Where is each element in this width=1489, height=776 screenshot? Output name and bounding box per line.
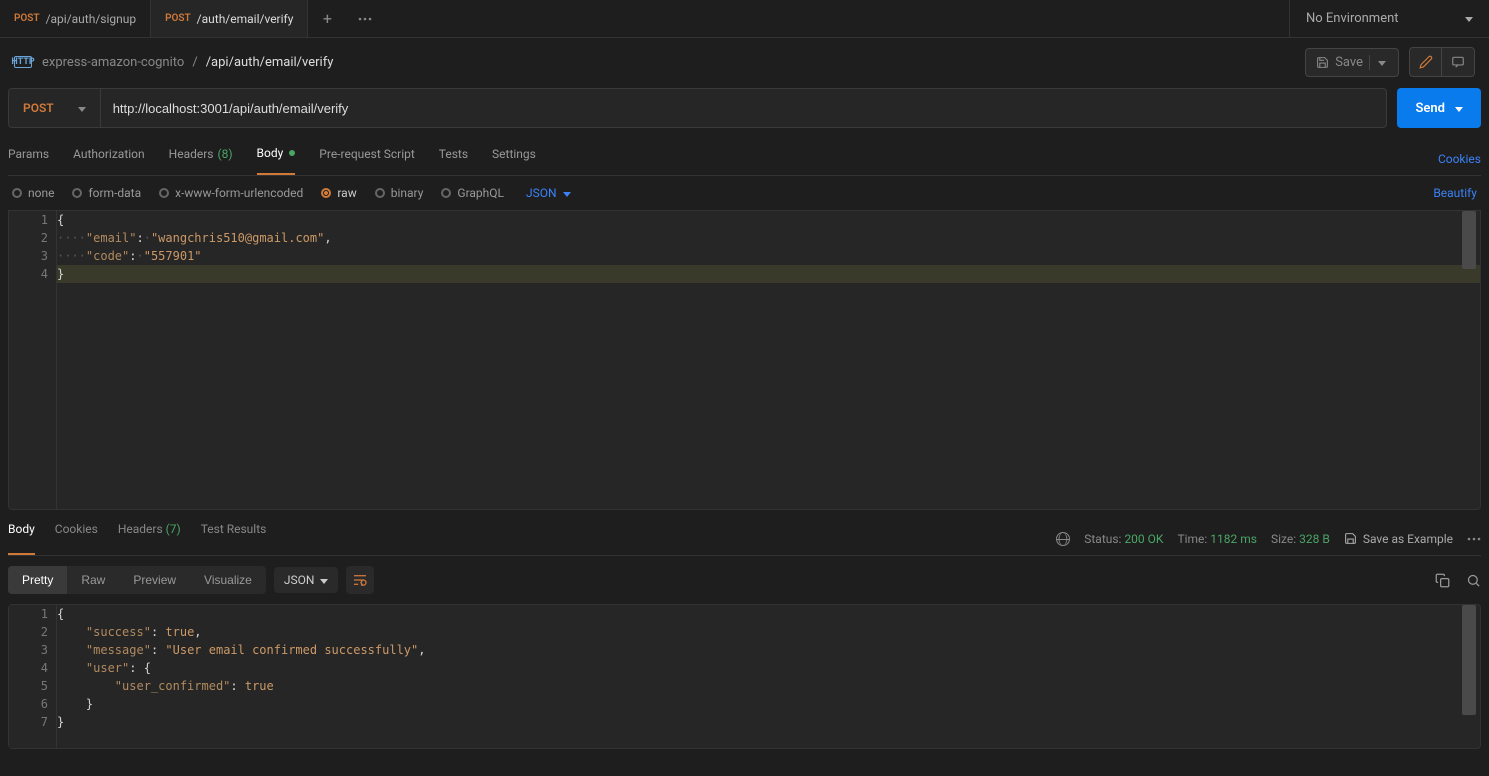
radio-icon [159, 188, 169, 198]
edit-button[interactable] [1410, 48, 1442, 76]
tab-settings[interactable]: Settings [492, 142, 536, 175]
radio-urlencoded[interactable]: x-www-form-urlencoded [159, 186, 303, 200]
tab-params[interactable]: Params [8, 142, 49, 175]
response-body-editor[interactable]: 1234567 { "success": true, "message": "U… [8, 604, 1481, 749]
tab-authorization[interactable]: Authorization [73, 142, 145, 175]
save-button[interactable]: Save [1305, 48, 1399, 77]
chevron-down-icon[interactable] [1369, 55, 1394, 70]
tab-verify[interactable]: POST /auth/email/verify [151, 0, 308, 37]
radio-icon [441, 188, 451, 198]
wrap-icon [353, 574, 367, 586]
method-dropdown[interactable]: POST [9, 89, 101, 127]
view-pretty[interactable]: Pretty [8, 566, 67, 594]
ellipsis-icon [1467, 537, 1481, 541]
response-format-dropdown[interactable]: JSON [274, 567, 339, 593]
size-block: Size: 328 B [1271, 532, 1330, 546]
url-input[interactable] [101, 89, 1387, 127]
radio-graphql[interactable]: GraphQL [441, 186, 504, 200]
view-preview[interactable]: Preview [119, 566, 190, 594]
view-visualize[interactable]: Visualize [190, 566, 266, 594]
body-type-row: none form-data x-www-form-urlencoded raw… [8, 176, 1481, 210]
wrap-lines-button[interactable] [346, 566, 374, 594]
chevron-down-icon[interactable] [1455, 101, 1463, 116]
environment-label: No Environment [1306, 11, 1399, 26]
raw-type-dropdown[interactable]: JSON [526, 186, 571, 200]
method-label: POST [23, 101, 54, 115]
pencil-icon [1419, 55, 1433, 69]
view-mode-segment: Pretty Raw Preview Visualize [8, 566, 266, 594]
save-example-button[interactable]: Save as Example [1344, 532, 1453, 546]
beautify-link[interactable]: Beautify [1433, 186, 1477, 200]
http-icon: HTTP [14, 56, 32, 68]
ellipsis-icon [358, 17, 372, 21]
radio-binary[interactable]: binary [375, 186, 424, 200]
breadcrumb-sep: / [192, 55, 197, 70]
search-icon [1466, 573, 1481, 588]
modified-dot-icon [289, 150, 295, 156]
resp-tab-body[interactable]: Body [8, 522, 35, 555]
request-tabs: Params Authorization Headers (8) Body Pr… [8, 142, 1481, 176]
breadcrumb-workspace[interactable]: express-amazon-cognito [42, 55, 184, 70]
resp-tab-headers[interactable]: Headers (7) [118, 522, 181, 555]
send-label: Send [1415, 101, 1445, 116]
time-block: Time: 1182 ms [1177, 532, 1257, 546]
radio-raw[interactable]: raw [321, 186, 356, 200]
tab-prerequest[interactable]: Pre-request Script [319, 142, 414, 175]
status-block: Status: 200 OK [1084, 532, 1163, 546]
copy-icon [1435, 573, 1450, 588]
search-response-button[interactable] [1466, 573, 1481, 588]
tab-tests[interactable]: Tests [439, 142, 468, 175]
cookies-link[interactable]: Cookies [1438, 152, 1481, 166]
url-row: POST Send [8, 88, 1481, 128]
environment-select[interactable]: No Environment [1289, 0, 1489, 37]
breadcrumb-row: HTTP express-amazon-cognito / /api/auth/… [8, 38, 1481, 86]
chevron-down-icon [320, 573, 328, 587]
copy-response-button[interactable] [1435, 573, 1450, 588]
tab-overflow-button[interactable] [346, 0, 384, 37]
tabs-bar: POST /api/auth/signup POST /auth/email/v… [0, 0, 1489, 38]
response-toolbar: Pretty Raw Preview Visualize JSON [8, 556, 1481, 604]
tab-label: /api/auth/signup [46, 12, 137, 26]
chevron-down-icon [78, 101, 86, 115]
radio-icon [321, 188, 331, 198]
chevron-down-icon [563, 186, 571, 200]
breadcrumb: express-amazon-cognito / /api/auth/email… [42, 55, 333, 70]
send-button[interactable]: Send [1397, 88, 1481, 128]
save-icon [1344, 532, 1357, 545]
tab-label: /auth/email/verify [197, 12, 294, 26]
tab-headers[interactable]: Headers (8) [169, 142, 233, 175]
save-icon [1316, 56, 1329, 69]
radio-icon [12, 188, 22, 198]
resp-tab-cookies[interactable]: Cookies [55, 522, 98, 555]
minimap-thumb[interactable] [1462, 605, 1476, 715]
radio-icon [375, 188, 385, 198]
radio-icon [72, 188, 82, 198]
new-tab-button[interactable]: + [308, 0, 346, 37]
comment-icon [1451, 55, 1465, 69]
tab-body[interactable]: Body [257, 142, 296, 175]
response-header: Body Cookies Headers (7) Test Results St… [8, 522, 1481, 556]
method-pill: POST [165, 13, 191, 24]
chevron-down-icon [1465, 11, 1473, 26]
url-box: POST [8, 88, 1387, 128]
radio-form-data[interactable]: form-data [72, 186, 141, 200]
breadcrumb-current: /api/auth/email/verify [206, 55, 334, 70]
request-body-editor[interactable]: 1234 { ····"email":·"wangchris510@gmail.… [8, 210, 1481, 510]
resp-more-button[interactable] [1467, 537, 1481, 541]
save-label: Save [1335, 55, 1363, 70]
tab-signup[interactable]: POST /api/auth/signup [0, 0, 151, 37]
view-raw[interactable]: Raw [67, 566, 119, 594]
globe-icon[interactable] [1056, 532, 1070, 546]
method-pill: POST [14, 13, 40, 24]
minimap-thumb[interactable] [1462, 211, 1476, 269]
radio-none[interactable]: none [12, 186, 54, 200]
resp-tab-tests[interactable]: Test Results [201, 522, 267, 555]
comment-button[interactable] [1442, 48, 1474, 76]
